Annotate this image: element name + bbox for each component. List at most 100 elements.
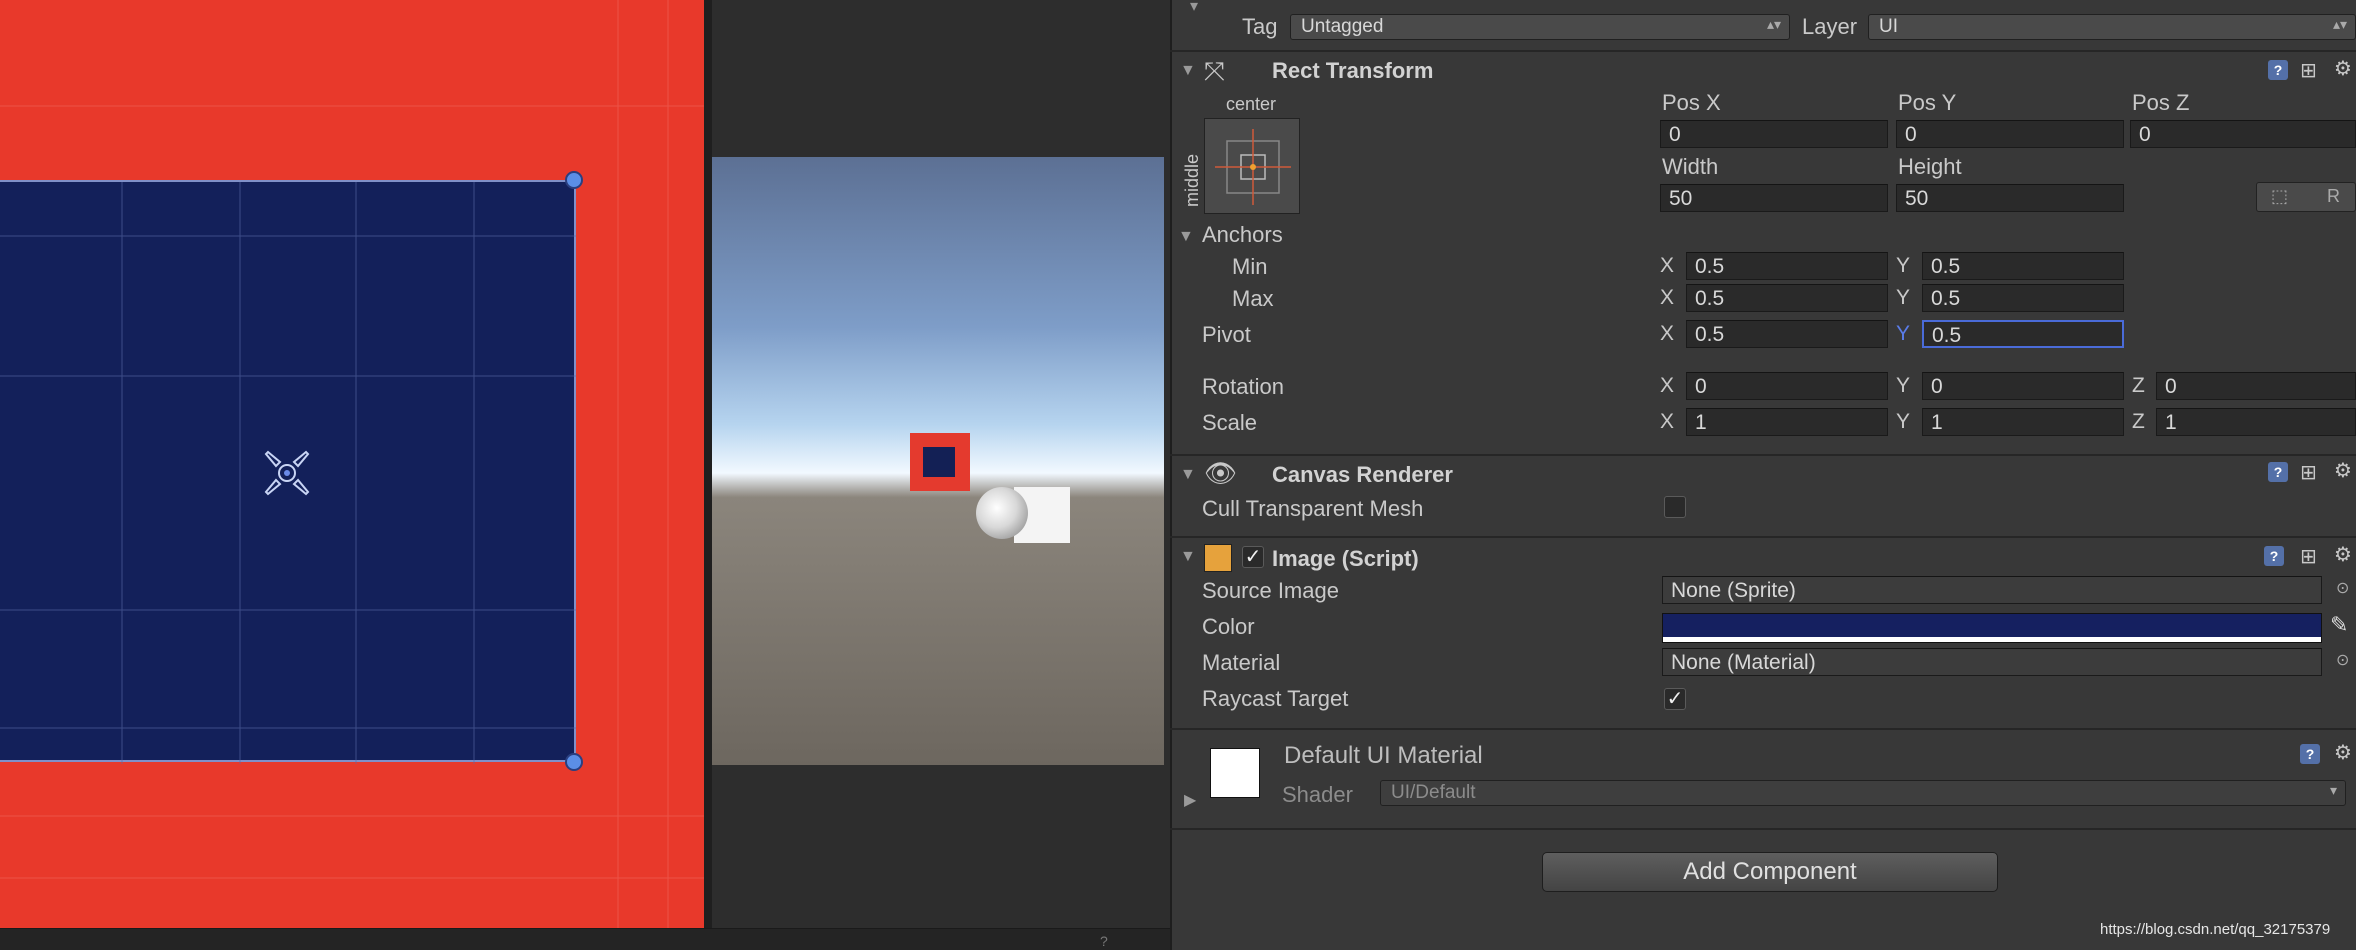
- color-label: Color: [1202, 614, 1255, 639]
- axis-x-label: X: [1660, 286, 1675, 309]
- source-image-field[interactable]: None (Sprite): [1662, 576, 2322, 604]
- raycast-target-checkbox[interactable]: ✓: [1664, 688, 1686, 710]
- corner-handle-top-right[interactable]: [565, 171, 583, 189]
- anchors-label: Anchors: [1202, 222, 1283, 247]
- foldout-canvas-renderer[interactable]: ▼: [1180, 466, 1196, 484]
- height-label: Height: [1898, 154, 1962, 179]
- preset-icon[interactable]: ⊞: [2300, 460, 2317, 485]
- pivot-y-field[interactable]: 0.5: [1922, 320, 2124, 348]
- rotation-y-field[interactable]: 0: [1922, 372, 2124, 400]
- preset-icon[interactable]: ⊞: [2300, 58, 2317, 83]
- shader-value: UI/Default: [1391, 782, 1476, 803]
- rotation-x-field[interactable]: 0: [1686, 372, 1888, 400]
- anchor-preset-button[interactable]: [1204, 118, 1300, 214]
- foldout-material[interactable]: ▶: [1184, 790, 1196, 810]
- raw-edit-label: R: [2327, 186, 2340, 206]
- axis-x-label: X: [1660, 410, 1675, 433]
- separator: [1170, 828, 2356, 830]
- image-component-icon: [1204, 544, 1232, 572]
- foldout-anchors[interactable]: ▼: [1178, 228, 1194, 246]
- status-bar-text: ?: [1100, 933, 1108, 949]
- scale-x-field[interactable]: 1: [1686, 408, 1888, 436]
- separator: [1170, 728, 2356, 730]
- eyedropper-icon[interactable]: ✎: [2330, 612, 2348, 638]
- shader-label: Shader: [1282, 782, 1353, 807]
- image-enabled-checkbox[interactable]: ✓: [1242, 546, 1264, 568]
- tag-value: Untagged: [1301, 16, 1384, 37]
- axis-y-label: Y: [1896, 410, 1911, 433]
- pivot-gizmo-icon[interactable]: [262, 448, 312, 498]
- axis-y-label: Y: [1896, 254, 1911, 277]
- pos-z-label: Pos Z: [2132, 90, 2190, 115]
- separator: [1170, 454, 2356, 456]
- anchor-min-x-field[interactable]: 0.5: [1686, 252, 1888, 280]
- blueprint-icon: ⬚: [2271, 186, 2289, 206]
- color-field[interactable]: [1662, 613, 2322, 643]
- raycast-target-label: Raycast Target: [1202, 686, 1349, 711]
- width-label: Width: [1662, 154, 1719, 179]
- rect-transform-icon: ⤧: [1204, 56, 1225, 86]
- gameobject-dropdown-icon[interactable]: ▾: [1190, 0, 1198, 16]
- anchor-max-label: Max: [1232, 286, 1274, 311]
- foldout-image-script[interactable]: ▼: [1180, 548, 1196, 566]
- game-sphere: [976, 487, 1028, 539]
- pivot-label: Pivot: [1202, 322, 1251, 347]
- help-icon[interactable]: ?: [2268, 60, 2288, 80]
- dropdown-arrow-icon: ▾: [2329, 782, 2337, 798]
- gear-icon[interactable]: ⚙: [2334, 740, 2352, 765]
- rotation-label: Rotation: [1202, 374, 1284, 399]
- width-field[interactable]: 50: [1660, 184, 1888, 212]
- scale-y-field[interactable]: 1: [1922, 408, 2124, 436]
- rotation-z-field[interactable]: 0: [2156, 372, 2356, 400]
- game-view[interactable]: [712, 157, 1164, 765]
- height-field[interactable]: 50: [1896, 184, 2124, 212]
- gear-icon[interactable]: ⚙: [2334, 56, 2352, 81]
- material-preview-swatch[interactable]: [1210, 748, 1260, 798]
- status-bar: ?: [0, 928, 1170, 950]
- help-icon[interactable]: ?: [2300, 744, 2320, 764]
- eye-icon: 👁: [1204, 458, 1238, 488]
- game-blue-image: [923, 447, 955, 477]
- pos-y-field[interactable]: 0: [1896, 120, 2124, 148]
- anchor-max-y-field[interactable]: 0.5: [1922, 284, 2124, 312]
- axis-y-label: Y: [1896, 322, 1911, 345]
- axis-z-label: Z: [2132, 410, 2145, 433]
- shader-dropdown[interactable]: UI/Default ▾: [1380, 780, 2346, 806]
- tag-dropdown[interactable]: Untagged ▴▾: [1290, 14, 1790, 40]
- scene-view[interactable]: [0, 0, 704, 928]
- canvas-renderer-title: Canvas Renderer: [1272, 462, 1453, 487]
- watermark-url: https://blog.csdn.net/qq_32175379: [2100, 921, 2331, 938]
- pivot-x-field[interactable]: 0.5: [1686, 320, 1888, 348]
- scale-z-field[interactable]: 1: [2156, 408, 2356, 436]
- preset-icon[interactable]: ⊞: [2300, 544, 2317, 569]
- material-title: Default UI Material: [1284, 742, 1483, 769]
- layer-value: UI: [1879, 16, 1898, 37]
- pos-y-label: Pos Y: [1898, 90, 1957, 115]
- pos-z-field[interactable]: 0: [2130, 120, 2356, 148]
- axis-x-label: X: [1660, 322, 1675, 345]
- help-icon[interactable]: ?: [2264, 546, 2284, 566]
- source-image-label: Source Image: [1202, 578, 1339, 603]
- gear-icon[interactable]: ⚙: [2334, 542, 2352, 567]
- foldout-rect-transform[interactable]: ▼: [1180, 62, 1196, 80]
- blueprint-mode-button[interactable]: ⬚ R: [2256, 182, 2356, 212]
- separator: [1170, 536, 2356, 538]
- add-component-button[interactable]: Add Component: [1542, 852, 1998, 892]
- view-splitter[interactable]: [704, 0, 712, 928]
- image-script-title: Image (Script): [1272, 546, 1419, 571]
- pos-x-label: Pos X: [1662, 90, 1721, 115]
- layer-label: Layer: [1802, 14, 1858, 39]
- corner-handle-bottom-right[interactable]: [565, 753, 583, 771]
- gear-icon[interactable]: ⚙: [2334, 458, 2352, 483]
- pos-x-field[interactable]: 0: [1660, 120, 1888, 148]
- object-picker-icon[interactable]: ⊙: [2336, 578, 2349, 598]
- anchor-min-y-field[interactable]: 0.5: [1922, 252, 2124, 280]
- anchor-max-x-field[interactable]: 0.5: [1686, 284, 1888, 312]
- layer-dropdown[interactable]: UI ▴▾: [1868, 14, 2356, 40]
- scale-label: Scale: [1202, 410, 1258, 435]
- material-field[interactable]: None (Material): [1662, 648, 2322, 676]
- anchor-preset-icon: [1215, 129, 1291, 205]
- help-icon[interactable]: ?: [2268, 462, 2288, 482]
- object-picker-icon[interactable]: ⊙: [2336, 650, 2349, 670]
- cull-transparent-mesh-checkbox[interactable]: [1664, 496, 1686, 518]
